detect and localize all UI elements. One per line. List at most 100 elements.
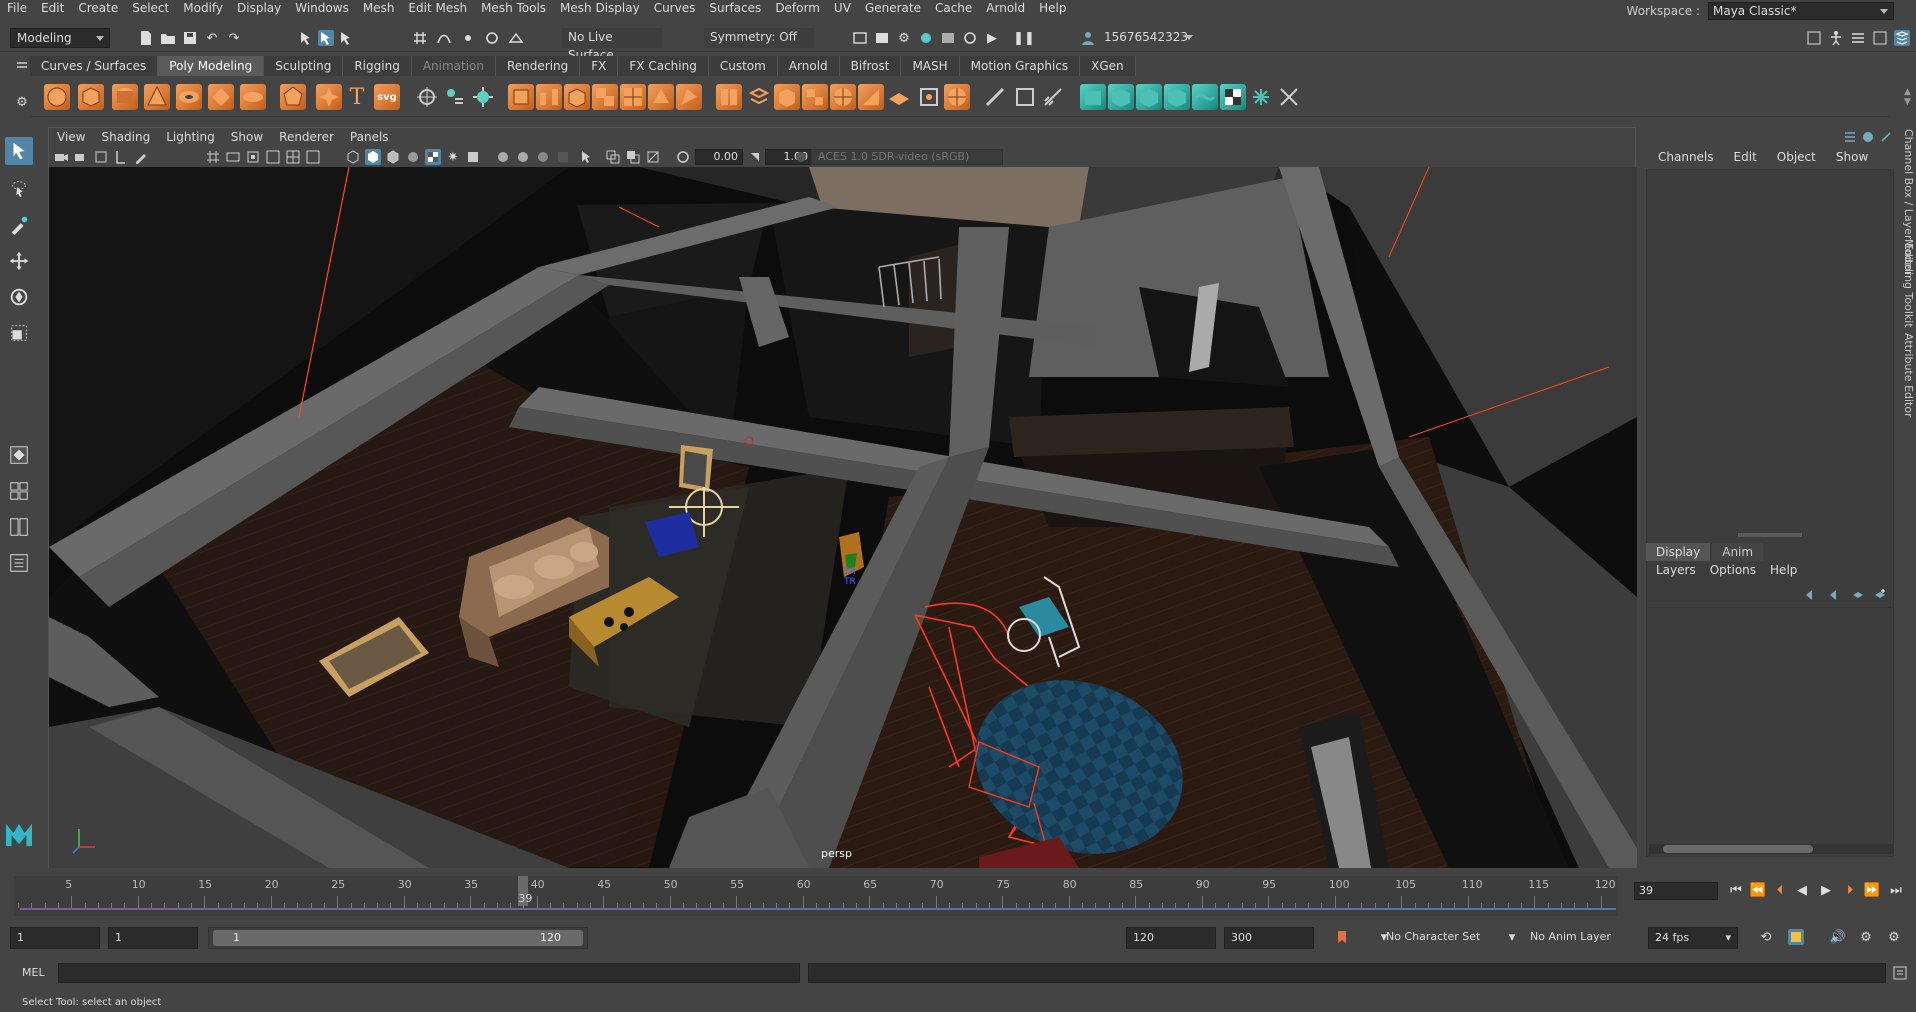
pause-ipr-icon[interactable]: ❚❚ <box>1013 30 1035 46</box>
layer-tab-display[interactable]: Display <box>1646 543 1711 561</box>
layer-menu-options[interactable]: Options <box>1710 563 1756 577</box>
anim-prefs-icon[interactable]: ⚙ <box>1858 929 1874 945</box>
uv-checker-icon[interactable] <box>1220 84 1246 110</box>
two-pane-layout-icon[interactable] <box>5 513 33 541</box>
xray-active-icon[interactable] <box>625 149 641 165</box>
shelf-tab-mash[interactable]: MASH <box>901 56 960 76</box>
workspace-dropdown[interactable]: Maya Classic* <box>1708 2 1894 20</box>
step-forward-key-icon[interactable]: ⏵ <box>1840 880 1860 900</box>
crease-icon[interactable] <box>858 84 884 110</box>
anim-layer-arrow-icon[interactable]: ▾ <box>1504 929 1520 945</box>
pin-panel-icon[interactable] <box>1878 129 1894 145</box>
poly-cylinder-icon[interactable] <box>112 84 138 110</box>
layer-menu-layers[interactable]: Layers <box>1656 563 1696 577</box>
textured-icon[interactable] <box>425 149 441 165</box>
uv-editor-icon[interactable] <box>1248 84 1274 110</box>
shelf-tab-custom[interactable]: Custom <box>708 56 778 76</box>
grid-toggle-icon[interactable] <box>205 149 221 165</box>
character-set-arrow-icon[interactable]: ▾ <box>1376 929 1392 945</box>
menu-mesh-tools[interactable]: Mesh Tools <box>474 0 553 17</box>
2d-pan-zoom-icon[interactable] <box>113 149 129 165</box>
poly-cube-icon[interactable] <box>78 84 104 110</box>
playback-end-field[interactable]: 120 <box>1126 927 1216 949</box>
poly-cone-icon[interactable] <box>144 84 170 110</box>
shelf-tab-fx-caching[interactable]: FX Caching <box>618 56 709 76</box>
play-ipr-icon[interactable]: ▶ <box>984 30 1000 46</box>
time-slider[interactable]: 39 5 10 15 20 25 30 35 40 45 50 55 60 65 70 75 80 85 90 95… <box>14 876 1618 916</box>
poly-plane-icon[interactable] <box>208 84 234 110</box>
menu-mesh-display[interactable]: Mesh Display <box>553 0 647 17</box>
field-chart-icon[interactable] <box>285 149 301 165</box>
range-slider-handle[interactable]: 1 120 <box>213 930 583 946</box>
layer-move-down-icon[interactable] <box>1826 587 1842 603</box>
menu-select[interactable]: Select <box>125 0 176 17</box>
poly-sphere-icon[interactable] <box>44 84 70 110</box>
viewport-menu-shading[interactable]: Shading <box>93 130 158 144</box>
multi-cut-icon[interactable] <box>620 84 646 110</box>
go-to-start-icon[interactable]: ⏮ <box>1726 880 1746 900</box>
resolution-gate-icon[interactable] <box>245 149 261 165</box>
insert-edge-loop-icon[interactable] <box>774 84 800 110</box>
four-pane-layout-icon[interactable] <box>5 477 33 505</box>
uv-toolkit-icon[interactable] <box>1276 84 1302 110</box>
rotate-tool-icon[interactable] <box>5 283 33 311</box>
bevel-icon[interactable] <box>564 84 590 110</box>
animation-end-field[interactable]: 300 <box>1224 927 1314 949</box>
step-back-key-icon[interactable]: ⏴ <box>1770 880 1790 900</box>
shelf-tab-animation[interactable]: Animation <box>411 56 496 76</box>
wireframe-icon[interactable] <box>345 149 361 165</box>
viewport-menu-panels[interactable]: Panels <box>342 130 397 144</box>
color-management-icon[interactable] <box>793 149 809 165</box>
go-to-end-icon[interactable]: ⏭ <box>1886 880 1906 900</box>
select-tool-icon[interactable] <box>5 137 33 165</box>
sew-uv-icon[interactable] <box>1192 84 1218 110</box>
smooth-icon[interactable] <box>470 84 496 110</box>
human-ik-icon[interactable] <box>1828 30 1844 46</box>
single-pane-layout-icon[interactable] <box>5 441 33 469</box>
render-frame-icon[interactable] <box>852 30 868 46</box>
gamma-icon[interactable] <box>675 149 691 165</box>
append-polygon-icon[interactable] <box>648 84 674 110</box>
user-account-dropdown[interactable]: 15676542323 <box>1098 28 1198 48</box>
new-layer-selected-icon[interactable] <box>1872 587 1888 603</box>
modeling-toolkit-icon[interactable] <box>1806 30 1822 46</box>
menu-file[interactable]: File <box>0 0 34 17</box>
render-settings-icon[interactable]: ⚙ <box>896 30 912 46</box>
cut-uv-icon[interactable] <box>1164 84 1190 110</box>
command-language-label[interactable]: MEL <box>22 966 45 979</box>
film-gate-icon[interactable] <box>225 149 241 165</box>
open-scene-icon[interactable] <box>160 30 176 46</box>
channel-box-menu-channels[interactable]: Channels <box>1648 150 1724 164</box>
preferences-icon[interactable]: ⚙ <box>1886 929 1902 945</box>
channel-box-menu-show[interactable]: Show <box>1826 150 1878 164</box>
select-components-icon[interactable] <box>338 30 354 46</box>
menu-deform[interactable]: Deform <box>768 0 827 17</box>
auto-key-icon[interactable] <box>1334 929 1350 945</box>
layer-scrollbar-thumb[interactable] <box>1663 845 1813 853</box>
shelf-tab-bifrost[interactable]: Bifrost <box>839 56 902 76</box>
move-tool-icon[interactable] <box>5 247 33 275</box>
menu-edit[interactable]: Edit <box>34 0 71 17</box>
loop-icon[interactable]: ⟲ <box>1758 929 1774 945</box>
animation-start-field[interactable]: 1 <box>10 927 100 949</box>
snap-point-icon[interactable] <box>460 30 476 46</box>
character-set-field[interactable]: No Character Set <box>1380 927 1500 949</box>
layer-scrollbar[interactable] <box>1649 844 1893 854</box>
step-forward-icon[interactable]: ⏩ <box>1862 880 1882 900</box>
step-back-icon[interactable]: ⏪ <box>1748 880 1768 900</box>
channel-box-area[interactable] <box>1646 169 1894 659</box>
select-hierarchy-icon[interactable] <box>298 30 314 46</box>
shelf-menu-icon[interactable] <box>14 58 30 74</box>
undo-icon[interactable]: ↶ <box>204 30 220 46</box>
use-all-lights-icon[interactable]: ✷ <box>445 149 461 165</box>
menu-cache[interactable]: Cache <box>928 0 979 17</box>
menu-windows[interactable]: Windows <box>288 0 356 17</box>
paint-select-icon[interactable] <box>5 211 33 239</box>
ambient-occlusion-icon[interactable] <box>495 149 511 165</box>
layout-uv-icon[interactable] <box>1136 84 1162 110</box>
new-layer-icon[interactable] <box>1850 587 1866 603</box>
offset-edge-loop-icon[interactable] <box>802 84 828 110</box>
shelf-tab-poly-modeling[interactable]: Poly Modeling <box>158 56 265 76</box>
xray-joints-icon[interactable] <box>605 149 621 165</box>
save-scene-icon[interactable] <box>182 30 198 46</box>
